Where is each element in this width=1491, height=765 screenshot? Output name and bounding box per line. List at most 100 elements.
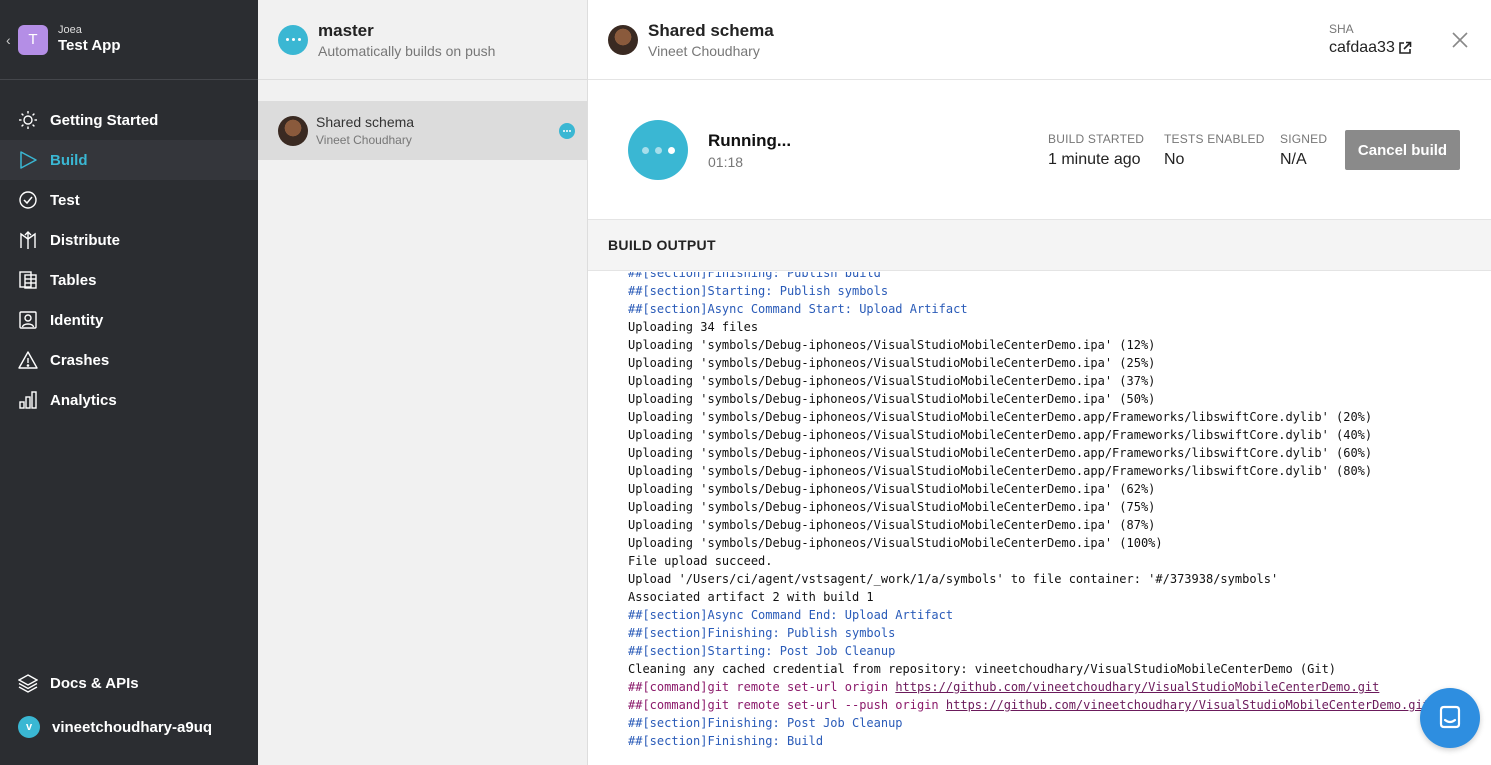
user-name: vineetchoudhary-a9uq — [52, 718, 213, 736]
signed-value: N/A — [1280, 151, 1307, 168]
log-line: Uploading 'symbols/Debug-iphoneos/Visual… — [628, 446, 1373, 460]
user-profile[interactable]: v vineetchoudhary-a9uq — [0, 705, 258, 749]
log-line: File upload succeed. — [628, 554, 773, 568]
log-line: Associated artifact 2 with build 1 — [628, 590, 874, 604]
sidebar-item-crashes[interactable]: Crashes — [0, 340, 258, 380]
check-circle-icon — [18, 190, 38, 210]
log-line: Uploading 'symbols/Debug-iphoneos/Visual… — [628, 338, 1156, 352]
log-line: Uploading 'symbols/Debug-iphoneos/Visual… — [628, 374, 1156, 388]
play-icon — [18, 150, 38, 170]
log-line: Uploading 'symbols/Debug-iphoneos/Visual… — [628, 392, 1156, 406]
distribute-icon — [18, 230, 38, 250]
sun-icon — [18, 110, 38, 130]
running-status-icon — [628, 120, 688, 180]
build-item-author: Vineet Choudhary — [316, 133, 412, 147]
sha-value: cafdaa33 — [1329, 39, 1395, 56]
sha-block: SHA cafdaa33 — [1329, 22, 1412, 57]
build-started-meta: BUILD STARTED 1 minute ago — [1048, 132, 1144, 169]
log-line: ##[section]Finishing: Build — [628, 734, 824, 748]
branch-subtitle: Automatically builds on push — [318, 42, 496, 59]
log-line: Uploading 'symbols/Debug-iphoneos/Visual… — [628, 410, 1373, 424]
log-line: Uploading 'symbols/Debug-iphoneos/Visual… — [628, 518, 1156, 532]
log-link[interactable]: https://github.com/vineetchoudhary/Visua… — [946, 698, 1430, 712]
bar-chart-icon — [18, 390, 38, 410]
log-command-text: ##[command]git remote set-url --push ori… — [628, 698, 946, 712]
commit-title: Shared schema — [648, 20, 774, 40]
running-status-icon — [559, 123, 575, 139]
sidebar-item-identity[interactable]: Identity — [0, 300, 258, 340]
log-link[interactable]: https://github.com/vineetchoudhary/Visua… — [895, 680, 1379, 694]
docs-apis-link[interactable]: Docs & APIs — [0, 663, 258, 703]
log-line: Uploading 'symbols/Debug-iphoneos/Visual… — [628, 464, 1373, 478]
log-line: Upload '/Users/ci/agent/vstsagent/_work/… — [628, 572, 1279, 586]
log-line: Uploading 'symbols/Debug-iphoneos/Visual… — [628, 428, 1373, 442]
build-started-label: BUILD STARTED — [1048, 132, 1145, 146]
log-line: ##[command]git remote set-url --push ori… — [628, 696, 1491, 714]
log-line: ##[command]git remote set-url origin htt… — [628, 678, 1491, 696]
tables-icon — [18, 270, 38, 290]
sidebar-nav: Getting Started Build Test Distribute Ta… — [0, 100, 258, 420]
layers-icon — [18, 673, 38, 693]
log-line: ##[section]Starting: Publish symbols — [628, 284, 889, 298]
sidebar-item-label: Crashes — [50, 351, 110, 369]
external-link-icon — [1399, 41, 1412, 54]
app-owner: Joea — [58, 24, 82, 36]
sidebar-item-build[interactable]: Build — [0, 140, 258, 180]
sidebar-bottom: Docs & APIs v vineetchoudhary-a9uq — [0, 663, 258, 765]
build-started-value: 1 minute ago — [1048, 151, 1141, 168]
avatar — [278, 115, 308, 146]
log-line: ##[section]Finishing: Publish build — [628, 272, 881, 280]
log-line: Uploading 'symbols/Debug-iphoneos/Visual… — [628, 356, 1156, 370]
log-line: Uploading 'symbols/Debug-iphoneos/Visual… — [628, 482, 1156, 496]
log-line: ##[section]Async Command Start: Upload A… — [628, 302, 968, 316]
sidebar-item-tables[interactable]: Tables — [0, 260, 258, 300]
log-line: ##[section]Async Command End: Upload Art… — [628, 608, 954, 622]
chat-button[interactable] — [1420, 688, 1480, 748]
log-line: Cleaning any cached credential from repo… — [628, 662, 1337, 676]
sidebar-item-label: Tables — [50, 271, 97, 289]
sha-label: SHA — [1329, 22, 1354, 36]
user-avatar: v — [18, 716, 40, 738]
log-lines: ##[section]Finishing: Publish build ##[se… — [628, 272, 1491, 750]
sidebar-item-analytics[interactable]: Analytics — [0, 380, 258, 420]
app-name: Test App — [58, 37, 121, 54]
status-label: Running... — [708, 131, 792, 150]
build-output-log[interactable]: ##[section]Finishing: Publish build ##[se… — [588, 272, 1491, 765]
sidebar-item-label: Distribute — [50, 231, 121, 249]
log-line: ##[section]Finishing: Publish symbols — [628, 626, 896, 640]
build-detail-panel: Shared schema Vineet Choudhary SHA cafda… — [588, 0, 1491, 765]
sha-link[interactable]: cafdaa33 — [1329, 39, 1412, 57]
tests-enabled-meta: TESTS ENABLED No — [1164, 132, 1265, 169]
branch-header[interactable]: master Automatically builds on push — [258, 0, 587, 80]
builds-column: master Automatically builds on push Shar… — [258, 0, 588, 765]
chevron-left-icon[interactable]: ‹ — [6, 32, 18, 48]
branch-name: master — [318, 20, 374, 40]
tests-enabled-value: No — [1164, 151, 1185, 168]
commit-header: Shared schema Vineet Choudhary SHA cafda… — [588, 0, 1491, 80]
warning-icon — [18, 350, 38, 370]
build-output-header: BUILD OUTPUT — [588, 220, 1491, 271]
docs-apis-label: Docs & APIs — [50, 674, 139, 692]
sidebar-item-distribute[interactable]: Distribute — [0, 220, 258, 260]
log-line: ##[section]Starting: Post Job Cleanup — [628, 644, 896, 658]
close-icon[interactable] — [1451, 31, 1469, 49]
sidebar-item-label: Getting Started — [50, 111, 159, 129]
signed-meta: SIGNED N/A — [1280, 132, 1327, 169]
build-status-row: Running... 01:18 BUILD STARTED 1 minute … — [588, 80, 1491, 220]
branch-status-icon — [278, 24, 308, 55]
sidebar-item-getting-started[interactable]: Getting Started — [0, 100, 258, 140]
app-avatar: T — [18, 24, 48, 55]
build-list-item[interactable]: Shared schema Vineet Choudhary — [258, 101, 587, 160]
log-line: Uploading 34 files — [628, 320, 759, 334]
sidebar: ‹ T Joea Test App Getting Started Build … — [0, 0, 258, 765]
identity-icon — [18, 310, 38, 330]
log-line: Uploading 'symbols/Debug-iphoneos/Visual… — [628, 536, 1163, 550]
log-line: Uploading 'symbols/Debug-iphoneos/Visual… — [628, 500, 1156, 514]
sidebar-item-test[interactable]: Test — [0, 180, 258, 220]
cancel-build-button[interactable]: Cancel build — [1345, 130, 1460, 170]
sidebar-item-label: Test — [50, 191, 80, 209]
app-header[interactable]: ‹ T Joea Test App — [0, 0, 258, 80]
log-line: ##[section]Finishing: Post Job Cleanup — [628, 716, 903, 730]
sidebar-item-label: Identity — [50, 311, 104, 329]
chat-icon — [1439, 705, 1461, 729]
